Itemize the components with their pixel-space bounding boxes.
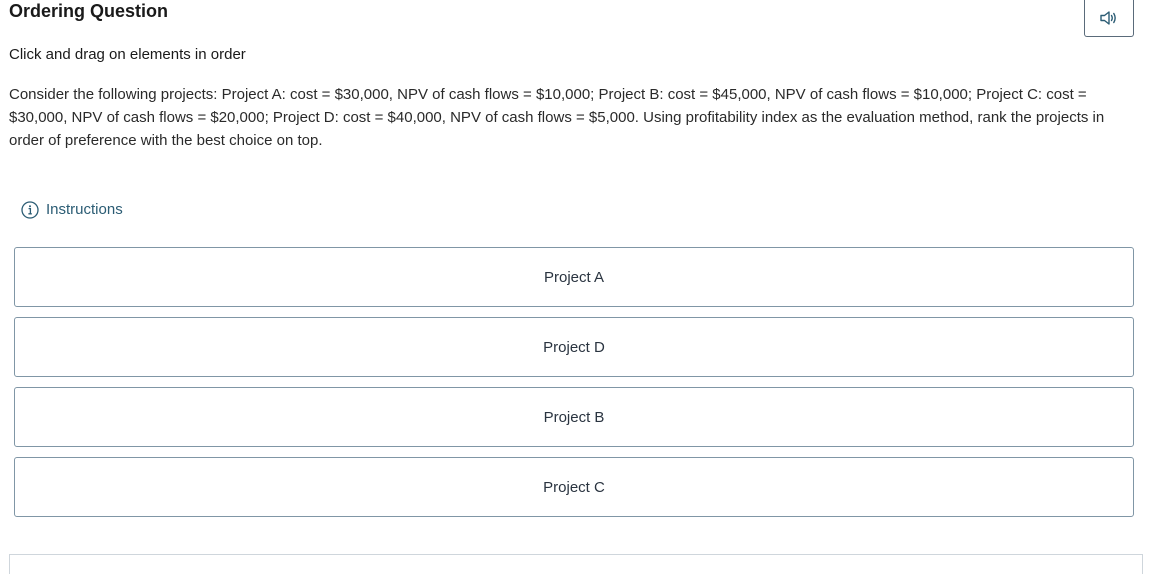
ordering-item[interactable]: Project A xyxy=(14,247,1134,307)
page-title: Ordering Question xyxy=(9,1,169,21)
ordering-item[interactable]: Project B xyxy=(14,387,1134,447)
read-aloud-button[interactable] xyxy=(1084,0,1134,37)
ordering-item-label: Project D xyxy=(543,338,605,356)
question-prompt: Consider the following projects: Project… xyxy=(9,86,1105,149)
ordering-item-label: Project B xyxy=(543,408,605,426)
info-icon xyxy=(21,201,39,219)
bottom-panel xyxy=(9,554,1143,574)
ordering-list: Project A Project D Project B Project C xyxy=(14,247,1134,527)
instructions-link[interactable]: Instructions xyxy=(21,200,123,220)
instructions-label: Instructions xyxy=(46,201,123,218)
ordering-item[interactable]: Project D xyxy=(14,317,1134,377)
question-subtitle: Click and drag on elements in order xyxy=(9,46,246,63)
speaker-icon xyxy=(1099,10,1119,26)
ordering-item-label: Project A xyxy=(543,268,605,286)
ordering-item[interactable]: Project C xyxy=(14,457,1134,517)
ordering-item-label: Project C xyxy=(543,478,605,496)
